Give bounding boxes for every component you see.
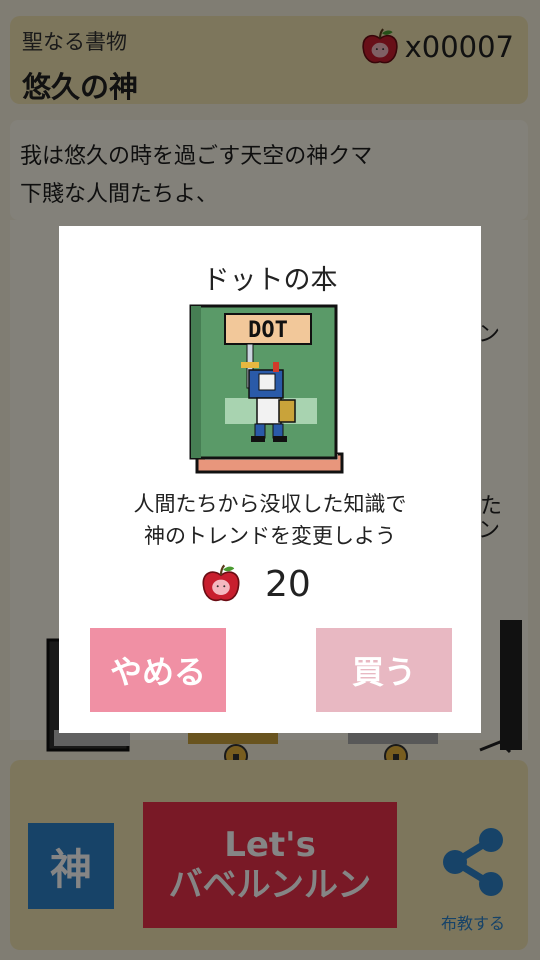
dialog-title: ドットの本 <box>202 265 338 296</box>
purchase-dialog: ドットの本 DOT 人間たちから没収した知識で 神のトレンドを変更しよう 20 … <box>59 226 481 733</box>
cancel-button[interactable]: やめる <box>90 628 226 712</box>
apple-icon <box>202 564 240 602</box>
buy-button[interactable]: 買う <box>316 628 452 712</box>
book-cover-label: DOT <box>248 318 288 343</box>
price-row: 20 <box>199 562 311 606</box>
price-value: 20 <box>265 563 311 605</box>
dialog-description: 人間たちから没収した知識で 神のトレンドを変更しよう <box>133 492 407 548</box>
dot-book-image: DOT <box>189 304 344 474</box>
